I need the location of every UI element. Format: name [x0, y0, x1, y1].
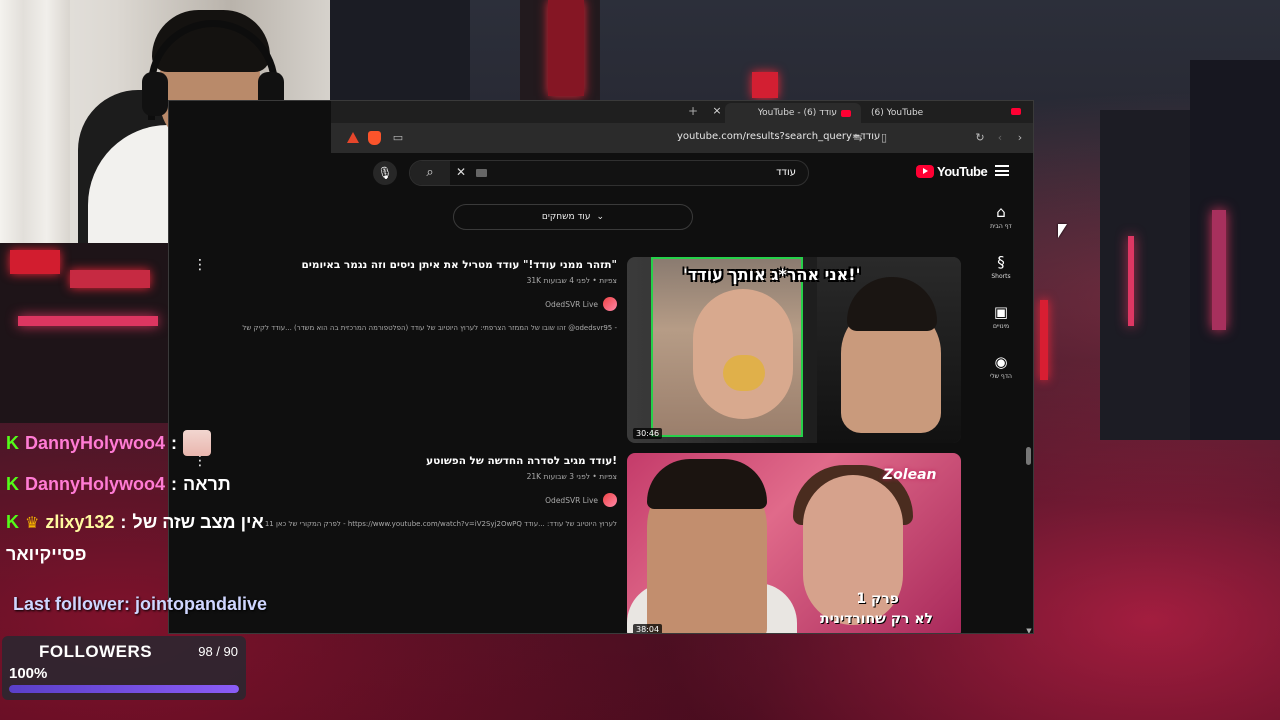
chat-text: תראה [183, 474, 231, 494]
channel-avatar [603, 297, 617, 311]
close-tab-button[interactable]: × [709, 104, 725, 117]
voice-search-icon[interactable]: 🎙 [373, 161, 397, 185]
forward-icon[interactable]: › [1013, 131, 1027, 145]
thumbnail-caption: 'אני אהר*ג אותך עודד!' [683, 265, 861, 284]
tab-bar: + × YouTube - עודד (6) (6) YouTube [331, 101, 1033, 123]
tab-title: (6) YouTube [871, 108, 924, 118]
chat-separator: : [171, 474, 178, 494]
youtube-logo-text: YouTube [937, 164, 988, 179]
menu-icon[interactable] [995, 165, 1009, 176]
video-duration: 38:04 [633, 624, 663, 633]
sidebar-item-home[interactable]: ⌂ דף הבית [979, 201, 1023, 251]
chat-message: K ♛ zlixy132 : אין מצב שזה של [6, 512, 264, 533]
youtube-topbar: 🎙 ⌕ ✕ עודד YouTube [331, 153, 1033, 193]
search-input[interactable]: עודד [776, 167, 796, 178]
address-bar: ▭ youtube.com/results?search_query=עודד … [331, 123, 1033, 153]
more-games-button[interactable]: עוד משחקים ⌄ [453, 204, 693, 230]
channel-name: OdedSVR Live [545, 299, 598, 309]
youtube-favicon-icon [1011, 108, 1021, 115]
kick-badge-icon: K [6, 432, 19, 453]
chat-username: zlixy132 [45, 512, 115, 532]
followers-goal-title: FOLLOWERS [39, 642, 153, 661]
chat-username: DannyHolywoo4 [25, 474, 166, 494]
tab-youtube-home[interactable]: (6) YouTube [867, 103, 1015, 123]
followers-goal-widget: FOLLOWERS 98 / 90 100% [2, 636, 246, 700]
youtube-logo[interactable]: YouTube [916, 164, 988, 179]
video-title[interactable]: תזהר ממני עודד!" עודד מטריל את איתן ניסי… [302, 259, 618, 271]
youtube-play-icon [916, 165, 934, 178]
scroll-thumb[interactable] [1026, 447, 1031, 465]
thumbnail-inset-photo [651, 257, 803, 437]
kick-badge-icon: K [6, 512, 19, 532]
chat-text: אין מצב שזה של [132, 512, 264, 532]
crown-badge-icon: ♛ [25, 513, 40, 532]
followers-goal-count: 98 / 90 [198, 644, 238, 659]
clear-search-icon[interactable]: ✕ [456, 165, 466, 179]
video-result[interactable]: ⋮ 'אני אהר*ג אותך עודד!' 30:46 תזהר ממני… [169, 257, 1033, 447]
youtube-favicon-icon [841, 109, 851, 117]
video-meta: 21K צפיות • לפני 3 שבועות [526, 472, 617, 481]
chat-emote-icon [183, 430, 212, 456]
reload-icon[interactable]: ↻ [973, 131, 987, 145]
chevron-down-icon: ⌄ [596, 212, 605, 222]
headphone-ear-left [142, 72, 168, 116]
more-games-label: עוד משחקים [541, 212, 591, 222]
video-description: לפרק המקורי של כאן 11 - https://www.yout… [264, 520, 617, 528]
video-duration: 30:46 [633, 428, 663, 439]
scroll-down-arrow-icon[interactable]: ▼ [1025, 627, 1033, 633]
site-settings-icon[interactable]: ⇆ [851, 131, 865, 145]
chat-message: K DannyHolywoo4 : [6, 430, 212, 456]
chat-message: K DannyHolywoo4 : תראה [6, 474, 231, 495]
kick-badge-icon: K [6, 474, 19, 494]
channel-name: OdedSVR Live [545, 495, 598, 505]
tab-youtube-search[interactable]: YouTube - עודד (6) [725, 103, 861, 123]
youtube-page: 🎙 ⌕ ✕ עודד YouTube עוד משחקים ⌄ ⌂ דף הבי… [169, 153, 1033, 633]
chat-text: פסייקיואר [6, 544, 87, 564]
video-title[interactable]: עודד מגיב לסדרה החדשה של הפשוטע! [426, 455, 617, 467]
chat-message-continued: פסייקיואר [6, 544, 86, 565]
video-thumbnail[interactable]: Zolean פרק 1 לא רק שחורדינית 38:04 [627, 453, 961, 633]
scrollbar[interactable]: ▼ [1025, 193, 1033, 633]
brave-rewards-icon[interactable] [347, 132, 359, 143]
back-icon[interactable]: ‹ [993, 131, 1007, 145]
chat-separator: : [171, 432, 178, 453]
thumbnail-food [723, 355, 765, 391]
bookmark-icon[interactable]: ▯ [877, 131, 891, 145]
channel-link[interactable]: OdedSVR Live [545, 493, 617, 507]
channel-link[interactable]: OdedSVR Live [545, 297, 617, 311]
reader-mode-icon[interactable]: ▭ [391, 131, 405, 145]
mouse-cursor-icon [1058, 224, 1067, 238]
tab-title: YouTube - עודד (6) [757, 108, 837, 118]
keyboard-icon[interactable] [476, 169, 487, 177]
chat-separator: : [120, 512, 127, 532]
sidebar-item-label: דף הבית [990, 223, 1012, 230]
brave-shields-icon[interactable] [368, 131, 381, 145]
thumbnail-caption: לא רק שחורדינית [820, 611, 933, 627]
video-meta: 31K צפיות • לפני 4 שבועות [526, 276, 617, 285]
followers-goal-percent: 100% [9, 665, 48, 682]
curtain [0, 0, 70, 243]
chat-username: DannyHolywoo4 [25, 432, 166, 453]
thumbnail-episode: פרק 1 [856, 591, 899, 607]
channel-avatar [603, 493, 617, 507]
more-options-icon[interactable]: ⋮ [193, 257, 207, 273]
browser-window: + × YouTube - עודד (6) (6) YouTube ▭ you… [168, 100, 1034, 634]
search-icon[interactable]: ⌕ [410, 161, 450, 185]
show-logo: Zolean [883, 467, 937, 483]
video-thumbnail[interactable]: 'אני אהר*ג אותך עודד!' 30:46 [627, 257, 961, 443]
video-description: זהו שובו של הממזר הצרפתי: לערוץ היוטיוב … [242, 324, 617, 332]
search-box[interactable]: ⌕ ✕ עודד [409, 160, 809, 186]
followers-goal-progress-fill [9, 685, 239, 693]
thumbnail-face [693, 289, 793, 419]
thumbnail-hair [647, 459, 767, 509]
video-result[interactable]: ⋮ Zolean פרק 1 לא רק שחורדינית 38:04 עוד… [169, 453, 1033, 633]
followers-goal-progress [9, 685, 239, 693]
last-follower-label: Last follower: jointopandalive [13, 594, 268, 614]
new-tab-button[interactable]: + [685, 104, 701, 118]
home-icon: ⌂ [996, 203, 1006, 221]
